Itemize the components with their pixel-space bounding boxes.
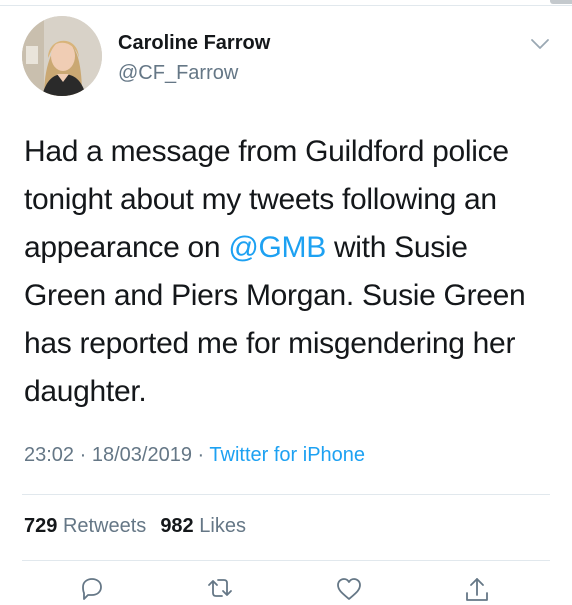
retweets-stat[interactable]: 729 Retweets [24, 515, 146, 537]
top-divider [0, 5, 572, 6]
tweet-meta: 23:02 · 18/03/2019 · Twitter for iPhone [24, 444, 365, 467]
author-handle[interactable]: @CF_Farrow [118, 62, 238, 85]
meta-separator: · [197, 444, 205, 466]
tweet-time: 23:02 [24, 444, 75, 466]
tweet-stats: 729 Retweets 982 Likes [24, 515, 246, 538]
retweet-icon[interactable] [205, 575, 235, 605]
tweet-text: Had a message from Guildford police toni… [24, 128, 554, 416]
tweet-date: 18/03/2019 [91, 444, 192, 466]
author-display-name[interactable]: Caroline Farrow [118, 32, 270, 55]
reply-icon[interactable] [77, 575, 107, 605]
avatar[interactable] [22, 16, 102, 96]
heart-icon[interactable] [334, 575, 364, 605]
retweets-count: 729 [24, 515, 58, 537]
divider [22, 560, 550, 561]
share-icon[interactable] [462, 575, 492, 605]
tweet-source-link[interactable]: Twitter for iPhone [209, 444, 365, 466]
divider [22, 494, 550, 495]
retweets-label: Retweets [62, 515, 147, 537]
previous-tweet-edge [550, 0, 572, 4]
meta-separator: · [79, 444, 87, 466]
mention-link-gmb[interactable]: @GMB [228, 231, 326, 264]
likes-stat[interactable]: 982 Likes [160, 515, 246, 537]
likes-label: Likes [199, 515, 246, 537]
chevron-down-icon[interactable] [528, 34, 552, 54]
likes-count: 982 [160, 515, 194, 537]
